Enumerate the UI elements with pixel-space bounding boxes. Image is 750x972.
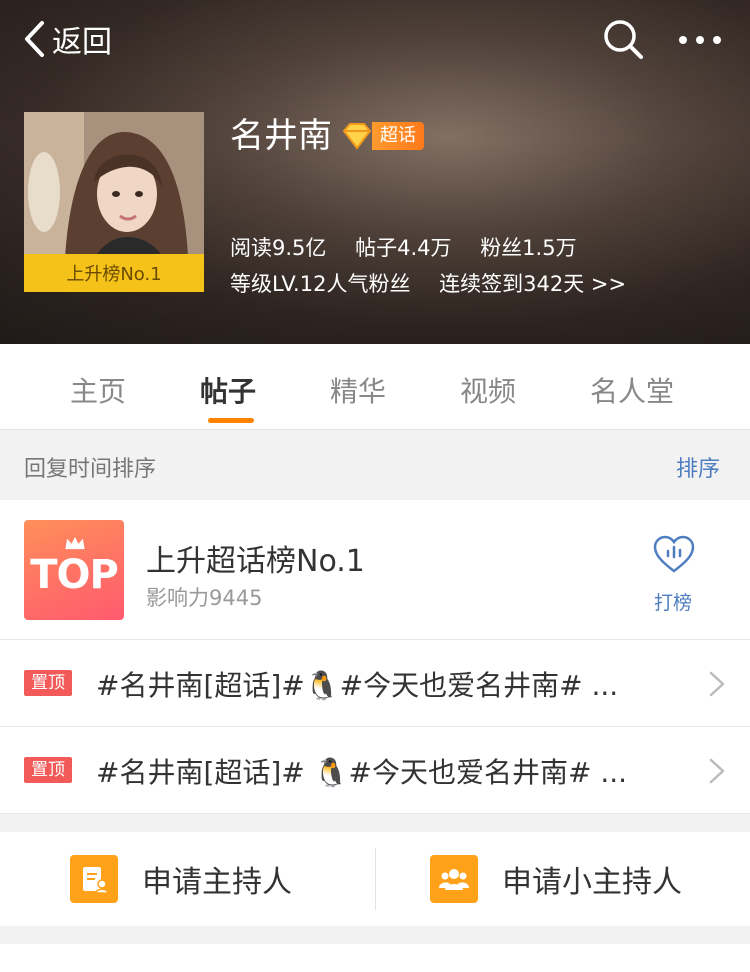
sort-button[interactable]: 排序 bbox=[676, 451, 720, 483]
heart-chart-icon bbox=[653, 535, 695, 573]
fan-level: 等级LV.12人气粉丝 bbox=[230, 272, 411, 296]
tab-video[interactable]: 视频 bbox=[460, 370, 516, 410]
topic-stats: 阅读9.5亿 帖子4.4万 粉丝1.5万 bbox=[230, 232, 599, 262]
pinned-tag: 置顶 bbox=[24, 670, 72, 696]
host-icon bbox=[70, 855, 118, 903]
level-row[interactable]: 等级LV.12人气粉丝 连续签到342天 >> bbox=[230, 268, 648, 298]
pinned-post-text: #名井南[超话]#🐧#今天也爱名井南# ... bbox=[96, 669, 619, 702]
diamond-icon bbox=[342, 123, 372, 150]
search-button[interactable] bbox=[602, 18, 644, 60]
more-button[interactable] bbox=[676, 24, 724, 56]
apply-host-button[interactable]: 申请主持人 bbox=[70, 854, 292, 904]
next-section-edge bbox=[0, 944, 750, 972]
tab-bar: 主页 帖子 精华 视频 名人堂 bbox=[0, 344, 750, 430]
pinned-post[interactable]: 置顶 #名井南[超话]# 🐧#今天也爱名井南# ... bbox=[0, 727, 750, 814]
group-icon bbox=[430, 855, 478, 903]
chevron-left-icon bbox=[25, 21, 44, 57]
super-topic-badge: 超话 bbox=[342, 120, 424, 152]
divider bbox=[375, 848, 376, 910]
vote-label: 打榜 bbox=[654, 592, 693, 614]
checkin-days[interactable]: 连续签到342天 >> bbox=[439, 272, 626, 296]
apply-sub-host-label: 申请小主持人 bbox=[502, 865, 682, 900]
tab-featured[interactable]: 精华 bbox=[330, 370, 386, 410]
tab-home[interactable]: 主页 bbox=[70, 370, 126, 410]
pinned-post-text: #名井南[超话]# 🐧#今天也爱名井南# ... bbox=[96, 756, 628, 789]
read-count: 阅读9.5亿 bbox=[230, 236, 327, 260]
apply-bar: 申请主持人 申请小主持人 bbox=[0, 832, 750, 926]
chevron-right-icon bbox=[709, 758, 725, 784]
fan-count: 粉丝1.5万 bbox=[480, 236, 577, 260]
influence-score: 影响力9445 bbox=[146, 586, 263, 610]
back-button[interactable]: 返回 bbox=[22, 18, 112, 60]
top-logo: TOP bbox=[24, 520, 124, 620]
rank-badge: 上升榜No.1 bbox=[24, 254, 204, 292]
pinned-post[interactable]: 置顶 #名井南[超话]#🐧#今天也爱名井南# ... bbox=[0, 640, 750, 727]
super-topic-label: 超话 bbox=[372, 122, 424, 150]
more-dots-icon bbox=[679, 36, 721, 44]
active-tab-indicator bbox=[208, 418, 254, 423]
tab-posts[interactable]: 帖子 bbox=[200, 370, 256, 410]
post-count: 帖子4.4万 bbox=[355, 236, 452, 260]
vote-button[interactable]: 打榜 bbox=[648, 534, 700, 614]
sort-label: 回复时间排序 bbox=[24, 457, 157, 482]
tab-hall-of-fame[interactable]: 名人堂 bbox=[590, 370, 674, 410]
topic-header: 返回 上升榜No.1 名井南 超话 阅读9.5亿 帖子4.4万 粉丝1.5万 等… bbox=[0, 0, 750, 344]
apply-sub-host-button[interactable]: 申请小主持人 bbox=[430, 854, 682, 904]
topic-name: 名井南 bbox=[230, 116, 332, 156]
chevron-right-icon bbox=[709, 671, 725, 697]
crown-icon bbox=[65, 536, 85, 550]
top-logo-text: TOP bbox=[30, 552, 119, 598]
topic-avatar[interactable]: 上升榜No.1 bbox=[24, 112, 204, 292]
search-icon bbox=[604, 20, 643, 59]
back-label: 返回 bbox=[52, 25, 112, 60]
apply-host-label: 申请主持人 bbox=[142, 865, 292, 900]
pinned-tag: 置顶 bbox=[24, 757, 72, 783]
top-bar: 返回 bbox=[0, 0, 750, 80]
sort-bar: 回复时间排序 排序 bbox=[0, 430, 750, 500]
rank-card[interactable]: TOP 上升超话榜No.1 影响力9445 打榜 bbox=[0, 500, 750, 640]
rank-title: 上升超话榜No.1 bbox=[146, 544, 365, 579]
